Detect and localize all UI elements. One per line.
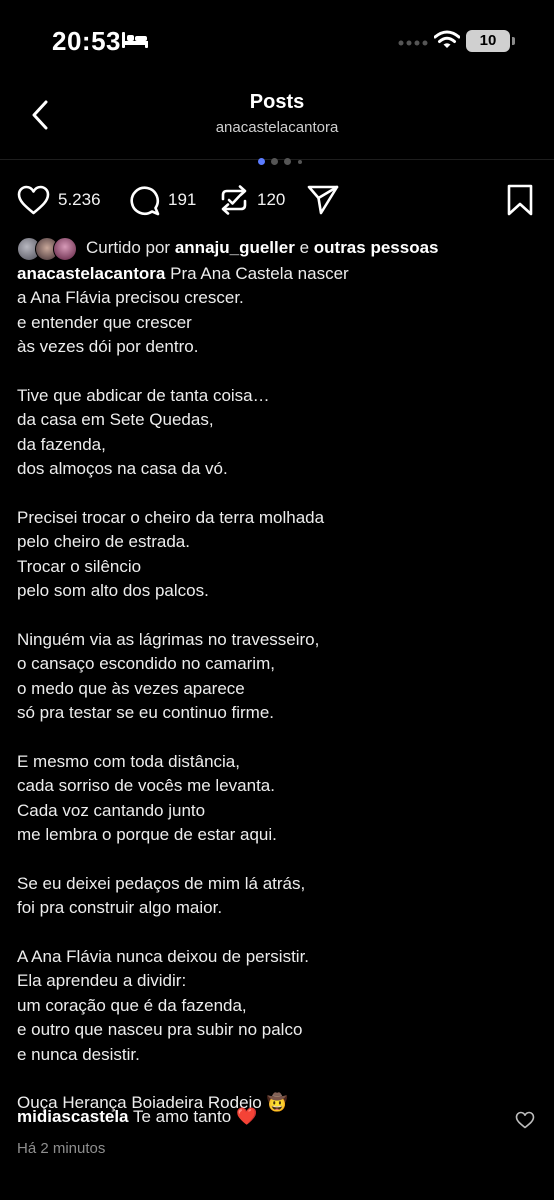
liked-by-avatars [17, 237, 81, 261]
repost-action: 120 [219, 180, 285, 220]
caption-line: Se eu deixei pedaços de mim lá atrás, [17, 873, 306, 893]
liked-by-user[interactable]: annaju_gueller [175, 238, 295, 257]
caption-line: o cansaço escondido no camarim, [17, 654, 275, 674]
caption-line: A Ana Flávia nunca deixou de persistir. [17, 946, 310, 966]
liked-by-others[interactable]: outras pessoas [314, 238, 439, 257]
caption-line: e nunca desistir. [17, 1044, 140, 1064]
cell-signal-icon [398, 40, 428, 46]
like-action: 5.236 [17, 180, 101, 220]
caption-line: o medo que às vezes aparece [17, 678, 245, 698]
caption-line [17, 847, 542, 871]
caption-line: da fazenda, [17, 434, 106, 454]
repost-count[interactable]: 120 [257, 190, 285, 210]
caption-line [17, 1067, 542, 1091]
caption-line: e outro que nasceu pra subir no palco [17, 1020, 303, 1040]
carousel-dot [271, 158, 278, 165]
comment-count[interactable]: 191 [168, 190, 196, 210]
carousel-dot-active [258, 158, 265, 165]
avatar [53, 237, 77, 261]
like-count[interactable]: 5.236 [58, 190, 101, 210]
caption-line: Cada voz cantando junto [17, 800, 206, 820]
caption-line: um coração que é da fazenda, [17, 995, 247, 1015]
caption-line [17, 725, 542, 749]
caption-line: só pra testar se eu continuo firme. [17, 703, 275, 723]
page-subtitle[interactable]: anacastelacantora [0, 119, 554, 136]
comment-username[interactable]: midiascastela [17, 1107, 129, 1126]
action-row: 5.236 191 120 [0, 180, 554, 224]
caption-line: foi pra construir algo maior. [17, 898, 223, 918]
heart-icon[interactable] [17, 185, 50, 215]
caption-line [17, 921, 542, 945]
caption-line: e entender que crescer [17, 312, 192, 332]
caption-line: a Ana Flávia precisou crescer. [17, 288, 244, 308]
battery-tip [512, 37, 515, 45]
wifi-icon [434, 30, 460, 48]
caption-line: dos almoços na casa da vó. [17, 459, 228, 479]
caption-line: às vezes dói por dentro. [17, 337, 199, 357]
caption-line: me lembra o porque de estar aqui. [17, 824, 277, 844]
caption-line [17, 360, 542, 384]
caption-line [17, 603, 542, 627]
comment-like-heart-icon[interactable] [515, 1111, 535, 1129]
liked-by-prefix: Curtido por [86, 238, 171, 257]
repost-icon[interactable] [219, 184, 249, 216]
send-icon[interactable] [306, 184, 340, 216]
caption-line: pelo som alto dos palcos. [17, 581, 209, 601]
post-timestamp: Há 2 minutos [17, 1140, 106, 1157]
caption-line: E mesmo com toda distância, [17, 751, 240, 771]
caption-line: Ela aprendeu a dividir: [17, 971, 187, 991]
caption-line: pelo cheiro de estrada. [17, 532, 190, 552]
caption-line: Tive que abdicar de tanta coisa… [17, 385, 270, 405]
caption-username[interactable]: anacastelacantora [17, 264, 165, 283]
caption-line: da casa em Sete Quedas, [17, 410, 214, 430]
caption-line: Ninguém via as lágrimas no travesseiro, [17, 629, 320, 649]
bed-icon [122, 32, 148, 48]
comment-icon[interactable] [128, 184, 160, 216]
carousel-dot [298, 160, 302, 164]
caption-text: Pra Ana Castela nascer [170, 264, 349, 283]
comment-action: 191 [128, 180, 196, 220]
status-time: 20:53 [52, 26, 121, 56]
liked-by-row[interactable]: Curtido por annaju_gueller e outras pess… [17, 236, 547, 262]
save-action [506, 180, 534, 220]
post-header: Posts anacastelacantora [0, 84, 554, 160]
caption-line: Trocar o silêncio [17, 556, 142, 576]
carousel-dot [284, 158, 291, 165]
comment-text: Te amo tanto ❤️ [132, 1107, 258, 1126]
caption-line: anacastelacantora Pra Ana Castela nascer [17, 262, 542, 286]
post-caption: anacastelacantora Pra Ana Castela nascer… [17, 262, 542, 1116]
liked-by-conj: e [299, 238, 310, 257]
battery-indicator: 10 [466, 30, 510, 52]
caption-line: Precisei trocar o cheiro da terra molhad… [17, 507, 325, 527]
caption-line: cada sorriso de vocês me levanta. [17, 776, 275, 796]
caption-line [17, 482, 542, 506]
share-action [306, 180, 340, 220]
bookmark-icon[interactable] [506, 184, 534, 216]
status-bar: 20:53 10 [0, 0, 554, 84]
page-title: Posts [249, 91, 305, 113]
liked-by-text: Curtido por annaju_gueller e outras pess… [86, 238, 439, 258]
comment-row: midiascastela Te amo tanto ❤️ [17, 1107, 542, 1127]
